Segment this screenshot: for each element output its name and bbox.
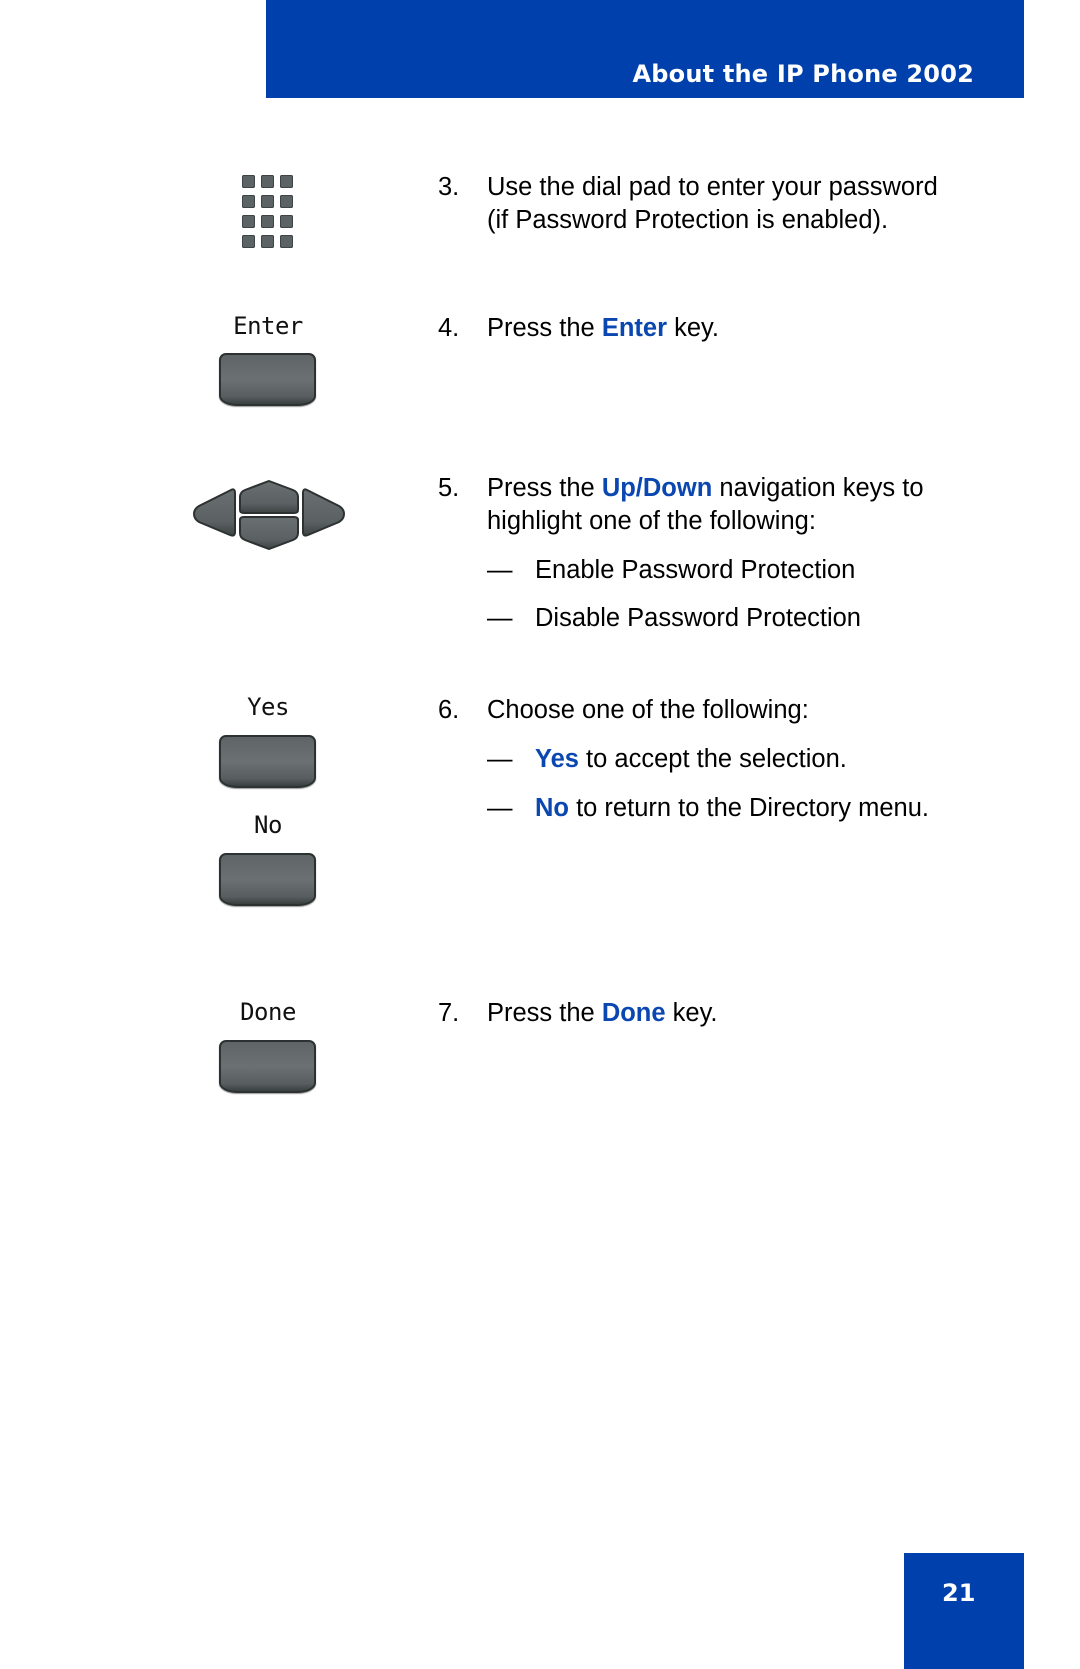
no-softkey-button[interactable]: [219, 853, 316, 906]
done-softkey-button[interactable]: [219, 1040, 316, 1093]
dial-pad-key: [261, 215, 274, 228]
left-arrow-key: [193, 488, 236, 537]
text-fragment: Press the: [487, 999, 602, 1027]
text-fragment: Press the: [487, 474, 602, 502]
step-text-line: (if Password Protection is enabled).: [487, 206, 889, 234]
dash-bullet: —: [487, 604, 513, 632]
step-text: Press the Enter key.: [487, 312, 719, 345]
option-text: Yes to accept the selection.: [535, 743, 847, 776]
dial-pad-key: [242, 235, 255, 248]
dash-bullet: —: [487, 794, 513, 822]
step-number: 7.: [438, 999, 460, 1027]
text-fragment: key.: [667, 314, 719, 342]
key-name-yes: Yes: [535, 745, 579, 773]
no-softkey-label: No: [254, 811, 282, 839]
key-name-enter: Enter: [601, 314, 667, 342]
step-number: 4.: [438, 314, 460, 342]
step-text: Press the Up/Down navigation keys to: [487, 472, 924, 505]
dial-pad-key: [261, 195, 274, 208]
navigation-keys-icon: [193, 480, 345, 550]
page-number-box: 21: [904, 1553, 1024, 1669]
up-arrow-key: [239, 480, 299, 514]
enter-softkey-button[interactable]: [219, 353, 316, 406]
step-text-line: highlight one of the following:: [487, 507, 816, 535]
right-arrow-key: [302, 488, 345, 537]
text-fragment: to return to the Directory menu.: [569, 794, 929, 822]
step-text: Press the Done key.: [487, 997, 718, 1030]
step-number: 6.: [438, 696, 460, 724]
text-fragment: key.: [665, 999, 718, 1027]
dial-pad-key: [242, 175, 255, 188]
key-name-done: Done: [601, 999, 666, 1027]
dial-pad-key: [261, 175, 274, 188]
dial-pad-key: [261, 235, 274, 248]
option-text: Enable Password Protection: [535, 556, 856, 584]
done-softkey-label: Done: [240, 998, 296, 1026]
text-fragment: to accept the selection.: [578, 745, 847, 773]
dial-pad-key: [242, 195, 255, 208]
option-text: No to return to the Directory menu.: [535, 792, 929, 825]
key-name-no: No: [535, 794, 569, 822]
section-title: About the IP Phone 2002: [632, 60, 974, 88]
step-number: 3.: [438, 173, 460, 201]
step-text-line: Use the dial pad to enter your password: [487, 173, 938, 201]
dash-bullet: —: [487, 556, 513, 584]
dial-pad-icon: [242, 175, 294, 248]
dial-pad-key: [242, 215, 255, 228]
key-name-up-down: Up/Down: [601, 474, 713, 502]
text-fragment: navigation keys to: [712, 474, 924, 502]
text-fragment: Press the: [487, 314, 602, 342]
dial-pad-key: [280, 175, 293, 188]
page-header-bar: About the IP Phone 2002: [266, 0, 1024, 98]
dial-pad-key: [280, 195, 293, 208]
yes-softkey-button[interactable]: [219, 735, 316, 788]
yes-softkey-label: Yes: [247, 693, 289, 721]
dash-bullet: —: [487, 745, 513, 773]
dial-pad-key: [280, 235, 293, 248]
step-text: Choose one of the following:: [487, 696, 809, 724]
page-number: 21: [942, 1579, 976, 1607]
option-text: Disable Password Protection: [535, 604, 861, 632]
down-arrow-key: [239, 516, 299, 550]
step-number: 5.: [438, 474, 460, 502]
enter-softkey-label: Enter: [233, 312, 303, 340]
dial-pad-key: [280, 215, 293, 228]
